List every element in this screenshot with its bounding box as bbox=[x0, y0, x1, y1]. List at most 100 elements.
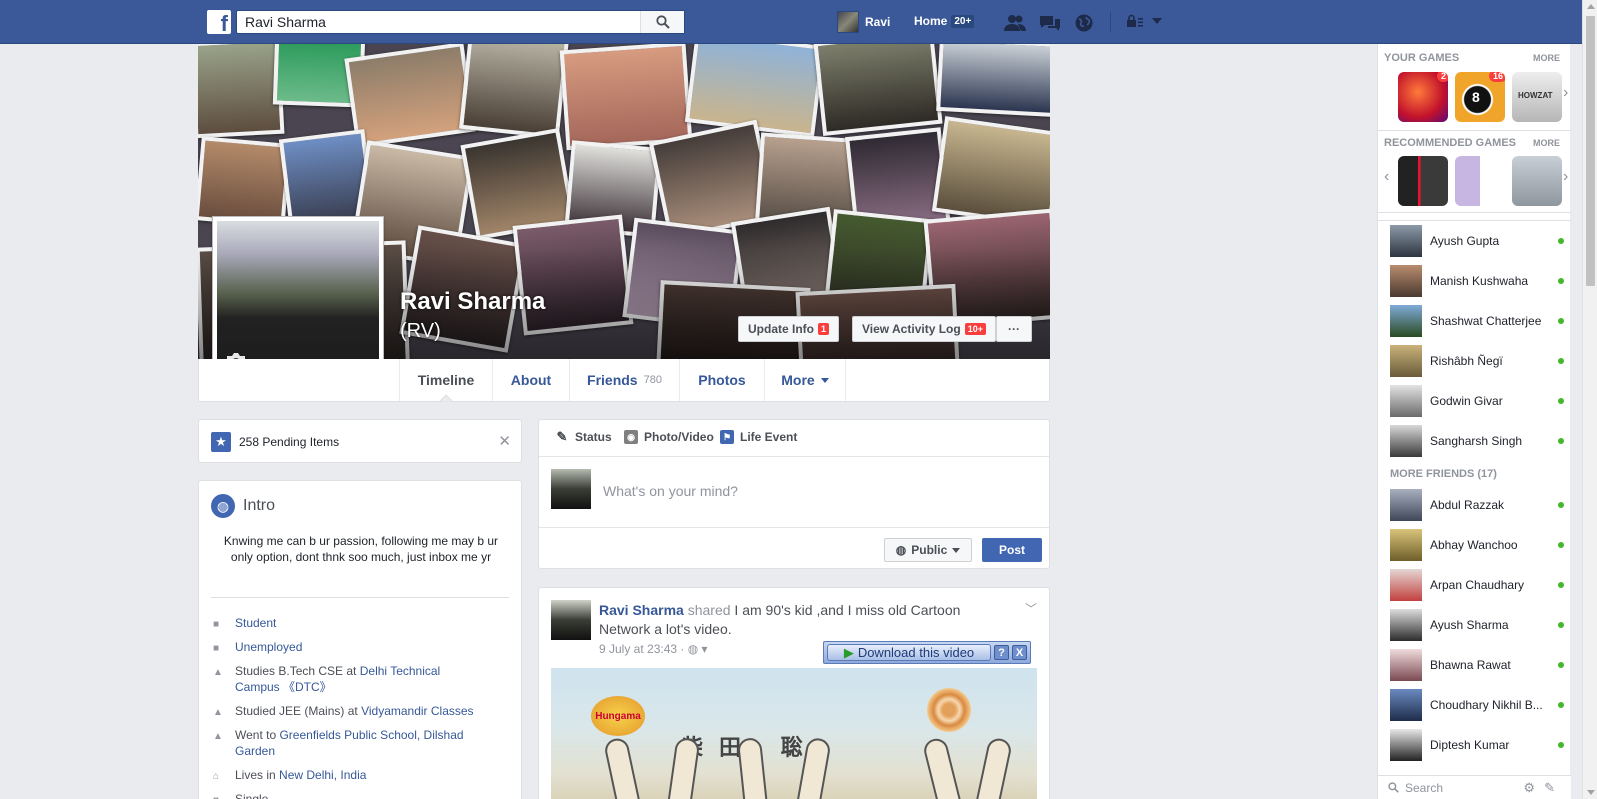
game-stick-cricket[interactable] bbox=[1512, 156, 1562, 206]
game-howzat-cricket[interactable]: HOWZAT bbox=[1512, 72, 1562, 122]
video-thumbnail[interactable]: Hungama 柴田 聡 bbox=[551, 668, 1037, 799]
scroll-up-arrow-icon[interactable] bbox=[1587, 4, 1595, 9]
briefcase-icon: ■ bbox=[213, 619, 220, 630]
tab-more[interactable]: More bbox=[764, 359, 846, 401]
composer-tab-life-label: Life Event bbox=[740, 430, 798, 444]
online-status-dot bbox=[1558, 742, 1564, 748]
chat-search-bar[interactable]: Search ⚙ ✎ bbox=[1378, 775, 1571, 799]
chevron-left-icon[interactable]: ‹ bbox=[1384, 168, 1389, 186]
intro-row-text[interactable]: Student bbox=[235, 615, 276, 633]
graduation-cap-icon: ▲ bbox=[213, 707, 223, 718]
composer-tab-life-event[interactable]: ⚑ Life Event bbox=[720, 430, 797, 444]
chat-friend-item[interactable]: Ayush Sharma bbox=[1390, 608, 1570, 642]
close-button[interactable]: X bbox=[1012, 645, 1027, 660]
post-meta: 9 July at 23:43 · ◍ ▾ bbox=[599, 642, 708, 656]
intro-row-prefix: Studies B.Tech CSE at bbox=[235, 664, 360, 678]
avatar bbox=[1390, 649, 1422, 681]
game-8-ball-pool[interactable]: 8 16 bbox=[1455, 72, 1505, 122]
chat-friend-item[interactable]: Diptesh Kumar bbox=[1390, 728, 1570, 762]
game-stack[interactable] bbox=[1398, 156, 1448, 206]
chat-friend-item[interactable]: Abdul Razzak bbox=[1390, 488, 1570, 522]
chat-settings-gear-icon[interactable]: ⚙ bbox=[1523, 780, 1535, 796]
page-scrollbar[interactable] bbox=[1582, 0, 1597, 799]
friend-name: Ayush Sharma bbox=[1430, 618, 1509, 632]
nav-profile-link[interactable]: Ravi bbox=[837, 11, 890, 33]
chat-friend-item[interactable]: Shashwat Chatterjee bbox=[1390, 304, 1570, 338]
chat-friend-item[interactable]: Ayush Gupta bbox=[1390, 224, 1570, 258]
privacy-shortcuts[interactable] bbox=[1126, 14, 1162, 28]
composer-placeholder[interactable]: What's on your mind? bbox=[603, 483, 738, 499]
video-channel-logo: Hungama bbox=[591, 696, 645, 736]
chat-friend-item[interactable]: Sangharsh Singh bbox=[1390, 424, 1570, 458]
search-input[interactable] bbox=[237, 11, 629, 33]
profile-name[interactable]: Ravi Sharma bbox=[400, 288, 545, 316]
facebook-logo[interactable]: f bbox=[207, 10, 231, 34]
post-author[interactable]: Ravi Sharma bbox=[599, 602, 684, 618]
more-options-button[interactable]: ··· bbox=[996, 316, 1032, 342]
recommended-games-more-link[interactable]: MORE bbox=[1533, 138, 1560, 148]
intro-row-education: ▲ Studies B.Tech CSE at Delhi Technical … bbox=[213, 663, 503, 695]
tab-friends-label: Friends bbox=[587, 372, 638, 388]
audience-globe-icon[interactable]: · ◍ ▾ bbox=[680, 642, 707, 656]
friend-name: Diptesh Kumar bbox=[1430, 738, 1510, 752]
avatar bbox=[1390, 489, 1422, 521]
intro-row-relationship: ♥ Single bbox=[213, 791, 268, 799]
chat-friend-item[interactable]: Choudhary Nikhil B... bbox=[1390, 688, 1570, 722]
intro-row-location: ⌂ Lives in New Delhi, India bbox=[213, 767, 366, 785]
download-video-button[interactable]: ▶ Download this video bbox=[827, 644, 991, 661]
your-games-heading: YOUR GAMES bbox=[1384, 52, 1460, 64]
tab-photos[interactable]: Photos bbox=[679, 359, 764, 401]
composer-body[interactable]: What's on your mind? bbox=[539, 456, 1049, 528]
chevron-right-icon[interactable]: › bbox=[1563, 84, 1568, 102]
game-badge: 2 bbox=[1436, 72, 1448, 82]
view-activity-log-button[interactable]: View Activity Log 10+ bbox=[852, 316, 996, 342]
chat-friend-item[interactable]: Rishâbh Ñegï bbox=[1390, 344, 1570, 378]
pending-items-card[interactable]: ★ 258 Pending Items ✕ bbox=[198, 419, 522, 463]
chat-friend-item[interactable]: Manish Kushwaha bbox=[1390, 264, 1570, 298]
cover-collage-photo bbox=[559, 44, 693, 151]
chat-friend-item[interactable]: Abhay Wanchoo bbox=[1390, 528, 1570, 562]
intro-row-text[interactable]: Unemployed bbox=[235, 639, 302, 657]
school-link[interactable]: Vidyamandir Classes bbox=[361, 704, 474, 718]
nav-home-link[interactable]: Home 20+ bbox=[914, 14, 975, 28]
post-button[interactable]: Post bbox=[982, 538, 1042, 562]
new-message-icon[interactable]: ✎ bbox=[1544, 780, 1555, 796]
video-cartoon-hand bbox=[665, 736, 701, 799]
help-button[interactable]: ? bbox=[994, 645, 1009, 660]
avatar[interactable] bbox=[551, 600, 591, 640]
profile-tabs-bar: Timeline About Friends 780 Photos More bbox=[198, 359, 1050, 402]
top-navigation-bar: f Ravi Home 20+ bbox=[0, 0, 1597, 44]
post-header: Ravi Sharma shared I am 90's kid ,and I … bbox=[599, 601, 999, 639]
post-date[interactable]: 9 July at 23:43 bbox=[599, 642, 677, 656]
notifications-globe-icon[interactable] bbox=[1074, 13, 1094, 33]
game-pipes[interactable] bbox=[1455, 156, 1505, 206]
game-candy-crush[interactable]: 2 bbox=[1398, 72, 1448, 122]
chat-friend-item[interactable]: Godwin Givar bbox=[1390, 384, 1570, 418]
scrollbar-thumb[interactable] bbox=[1586, 16, 1595, 286]
privacy-selector[interactable]: ◍ Public bbox=[884, 538, 972, 562]
chat-friend-item[interactable]: Bhawna Rawat bbox=[1390, 648, 1570, 682]
friend-requests-icon[interactable] bbox=[1004, 14, 1026, 32]
update-info-button[interactable]: Update Info 1 bbox=[738, 316, 840, 342]
composer-tab-status[interactable]: ✎ Status bbox=[555, 429, 612, 444]
chat-friend-item[interactable]: Arpan Chaudhary bbox=[1390, 568, 1570, 602]
globe-icon: ◍ bbox=[895, 543, 907, 557]
close-icon[interactable]: ✕ bbox=[498, 432, 511, 450]
search-button[interactable] bbox=[640, 11, 684, 33]
scroll-down-arrow-icon[interactable] bbox=[1587, 790, 1595, 795]
your-games-more-link[interactable]: MORE bbox=[1533, 53, 1560, 63]
friend-name: Rishâbh Ñegï bbox=[1430, 354, 1503, 368]
composer-tab-photo[interactable]: ◉ Photo/Video bbox=[624, 430, 714, 444]
tab-friends[interactable]: Friends 780 bbox=[569, 359, 679, 401]
location-link[interactable]: New Delhi, India bbox=[279, 768, 366, 782]
graduation-cap-icon: ▲ bbox=[213, 667, 223, 678]
post-action: shared bbox=[687, 602, 731, 618]
tab-about[interactable]: About bbox=[492, 359, 569, 401]
video-spiral bbox=[927, 688, 971, 732]
online-status-dot bbox=[1558, 318, 1564, 324]
post-options-chevron-icon[interactable]: ﹀ bbox=[1025, 600, 1037, 617]
messages-icon[interactable] bbox=[1039, 14, 1061, 32]
search-box bbox=[236, 10, 685, 34]
heart-icon: ♥ bbox=[213, 791, 223, 799]
chevron-right-icon[interactable]: › bbox=[1563, 168, 1568, 186]
